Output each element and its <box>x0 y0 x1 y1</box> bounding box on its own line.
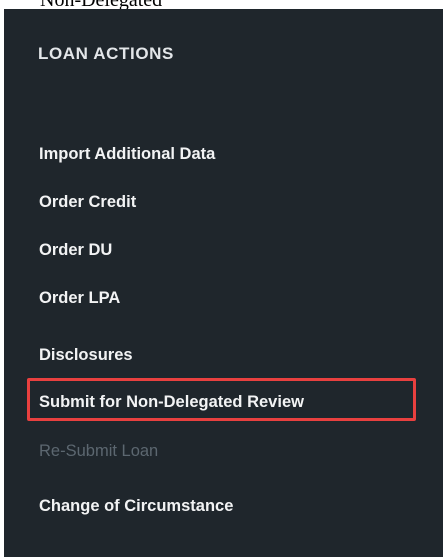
page: Non-Delegated LOAN ACTIONS Import Additi… <box>0 0 447 557</box>
menu-item-disclosures[interactable]: Disclosures <box>39 345 133 365</box>
menu-item-order-du[interactable]: Order DU <box>39 240 112 260</box>
menu-item-import-additional-data[interactable]: Import Additional Data <box>39 144 215 164</box>
menu-item-order-credit[interactable]: Order Credit <box>39 192 136 212</box>
menu-item-submit-non-delegated-review[interactable]: Submit for Non-Delegated Review <box>39 392 304 412</box>
top-caption: Non-Delegated <box>40 0 163 11</box>
panel-title: LOAN ACTIONS <box>38 44 174 63</box>
menu-item-change-of-circumstance[interactable]: Change of Circumstance <box>39 496 233 516</box>
menu-item-resubmit-loan: Re-Submit Loan <box>39 442 159 460</box>
menu-item-order-lpa[interactable]: Order LPA <box>39 288 120 308</box>
loan-actions-panel: LOAN ACTIONS Import Additional Data Orde… <box>4 9 443 557</box>
